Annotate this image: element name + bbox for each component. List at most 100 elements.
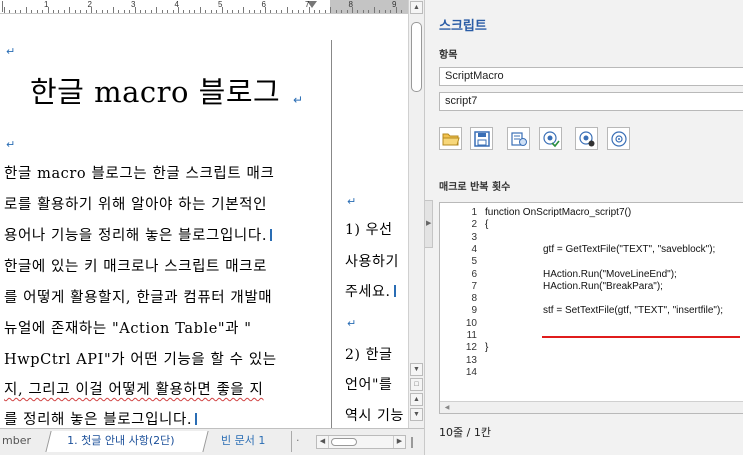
line-number: 14 [465,366,477,378]
code-line: 4 gtf = GetTextFile("TEXT", "saveblock"); [440,244,715,256]
code-line: 11 [440,330,477,342]
horizontal-scrollbar[interactable]: ◀ ▶ [316,435,406,449]
script-record-button[interactable] [575,127,598,150]
ruler-tick [194,10,196,13]
right-column-line: 언어"를 [345,377,393,393]
code-line: 13 [440,355,477,367]
script-edit-icon [511,132,527,146]
right-column-line: 역시 기능 [345,408,404,424]
ruler-tick [243,7,245,13]
ruler-tick [346,10,348,13]
ruler-tick [58,10,60,13]
scroll-thumb[interactable] [411,22,422,92]
highlight-underline [542,336,740,338]
save-button[interactable] [470,127,493,150]
ruler-tick [352,7,353,13]
ruler-tick [167,10,169,13]
ruler-tick [232,10,234,13]
ruler-tick [221,7,223,13]
ruler-tick [259,10,261,13]
ruler-tick [118,10,120,13]
ruler-tick [172,10,174,13]
ruler-tick [69,7,71,13]
scroll-right-button[interactable]: ▶ [393,436,405,448]
prev-page-button[interactable]: ▲ [410,393,423,406]
code-editor[interactable]: 1 function OnScriptMacro_script7() 2{3 4 gtf… [439,202,743,414]
scroll-left-button[interactable]: ◀ [317,436,329,448]
ruler-tick [303,10,305,13]
line-number: 9 [471,305,477,317]
ruler-tick [216,10,218,13]
ruler-tick [210,10,212,13]
next-page-button[interactable]: ▼ [410,408,423,421]
paragraph-mark: ↵ [293,93,304,107]
code-line: 14 [440,367,477,379]
ruler-tick [275,10,277,13]
panel-collapse-handle[interactable]: ▶ [425,200,433,248]
scroll-up-button[interactable]: ▲ [410,1,423,14]
ruler-tick [308,7,310,13]
ruler-tick [368,10,370,13]
text-cursor-marker [195,413,198,425]
body-text-line: 용어나 기능을 정리해 놓은 블로그입니다. [4,224,273,245]
ruler-tick [123,10,125,13]
code-line: 3 [440,232,477,244]
tab-more[interactable]: · [296,431,308,452]
code-text: gtf = GetTextFile("TEXT", "saveblock"); [543,243,716,255]
body-text-line: 뉴얼에 존재하는 "Action Table"과 " [4,321,252,337]
ruler-tick [379,10,381,13]
split-handle[interactable] [411,437,413,448]
document-page[interactable]: ↵ 한글 macro 블로그 ↵ ↵ 한글 macro 블로그는 한글 스크립트… [0,15,408,428]
page-view-button[interactable]: □ [410,378,423,391]
code-text: { [485,219,489,231]
open-folder-button[interactable] [439,127,462,150]
line-number: 12 [465,342,477,354]
vertical-scrollbar[interactable]: ▲ ▼ □ ▲ ▼ [408,0,424,428]
script-edit-button[interactable] [507,127,530,150]
line-number: 5 [471,256,477,268]
script-panel: 스크립트 항목 ScriptMacro script7 매크로 반복 횟수 ▶ … [424,0,743,455]
ruler-tick [357,10,359,13]
right-column-line: 주세요. [345,281,396,301]
macro-name-field[interactable]: ScriptMacro [439,67,743,86]
scroll-left-button[interactable]: ◀ [442,403,452,413]
horizontal-ruler[interactable]: 123456789 [0,0,408,14]
right-column-line: 사용하기 [345,254,399,270]
ruler-tick [112,7,114,13]
script-check-button[interactable] [539,127,562,150]
ruler-tick [161,10,163,13]
ruler-tick [47,7,49,13]
scroll-down-button[interactable]: ▼ [410,363,423,376]
body-text-line: 로를 활용하기 위해 알아야 하는 기본적인 [4,197,268,213]
save-icon [474,131,490,147]
code-horizontal-scrollbar[interactable]: ◀ [440,401,743,413]
script-record-icon [579,131,595,147]
tab-blank-document[interactable]: 빈 문서 1 [207,431,292,452]
ruler-tick [80,10,82,13]
code-line: 12} [440,342,488,354]
body-text-line: 를 정리해 놓은 블로그입니다. [4,408,198,428]
ruler-tick [107,10,109,13]
code-line: 1 function OnScriptMacro_script7() [440,207,631,219]
tab-active-document[interactable]: 1. 첫글 안내 사항(2단) [45,431,209,452]
scroll-thumb[interactable] [331,438,357,446]
body-text-line: 지, 그리고 이걸 어떻게 활용하면 좋을 지 [4,382,264,398]
ruler-tick [20,10,22,13]
paragraph-mark: ↵ [6,138,16,151]
ruler-tick [96,10,98,13]
ruler-tick [384,10,386,13]
code-text: HAction.Run("MoveLineEnd"); [543,268,677,280]
ruler-tick [156,7,158,13]
ruler-tick [362,10,364,13]
ruler-tick [25,7,27,13]
tab-partial[interactable]: mber [0,431,48,452]
ruler-tick [286,7,288,13]
code-line: 8 [440,293,477,305]
script-name-field[interactable]: script7 [439,92,743,111]
script-run-button[interactable] [607,127,630,150]
ruler-tick [324,10,326,13]
body-text-line: 한글 macro 블로그는 한글 스크립트 매크 [4,166,275,182]
code-line: 10 [440,318,477,330]
ruler-tick [205,10,207,13]
code-line: 5 [440,256,477,268]
